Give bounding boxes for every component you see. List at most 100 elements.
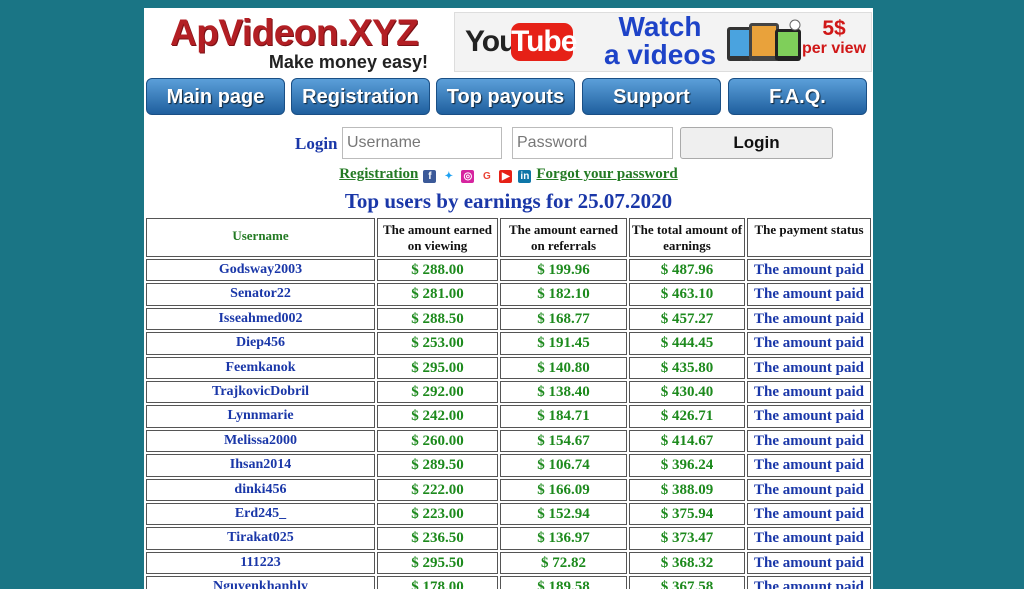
cell-referrals: $ 191.45 xyxy=(500,332,627,355)
cell-status: The amount paid xyxy=(747,576,871,589)
devices-icon xyxy=(727,19,801,61)
cell-username: Senator22 xyxy=(146,283,375,306)
table-row: Ihsan2014 $ 289.50 $ 106.74 $ 396.24 The amo… xyxy=(146,453,871,477)
cell-referrals: $ 72.82 xyxy=(500,551,627,575)
cell-status: The amount paid xyxy=(747,380,871,404)
cell-total: $ 388.09 xyxy=(629,478,745,501)
cell-username: Feemkanok xyxy=(146,356,375,379)
header-status: The payment status xyxy=(747,218,871,257)
cell-username: Erd245_ xyxy=(146,502,375,526)
table-row: TrajkovicDobril $ 292.00 $ 138.40 $ 430.40 T… xyxy=(146,380,871,404)
cell-viewing: $ 223.00 xyxy=(377,502,498,526)
site-logo[interactable]: ApVideon.XYZ Make money easy! xyxy=(170,14,430,76)
nav-main-page[interactable]: Main page xyxy=(146,78,285,115)
cell-username: dinki456 xyxy=(146,478,375,501)
ad-banner[interactable]: You Tube Watch a videos 5$ per view xyxy=(454,12,872,72)
cell-viewing: $ 288.00 xyxy=(377,259,498,282)
table-row: Feemkanok $ 295.00 $ 140.80 $ 435.80 The amo… xyxy=(146,356,871,380)
cell-username: Diep456 xyxy=(146,332,375,355)
banner-you-text: You xyxy=(465,25,517,58)
forgot-password-link[interactable]: Forgot your password xyxy=(536,166,677,182)
linkedin-icon[interactable]: in xyxy=(518,170,532,183)
table-row: Tirakat025 $ 236.50 $ 136.97 $ 373.47 The am… xyxy=(146,526,871,550)
logo-tagline: Make money easy! xyxy=(268,52,428,72)
cell-total: $ 426.71 xyxy=(629,405,745,428)
page-container: ApVideon.XYZ Make money easy! You Tube W… xyxy=(144,8,873,589)
username-input[interactable]: Username xyxy=(342,127,502,159)
cell-username: Melissa2000 xyxy=(146,429,375,453)
nav-top-payouts[interactable]: Top payouts xyxy=(436,78,575,115)
logo-title: ApVideon.XYZ xyxy=(170,12,419,53)
google-icon[interactable]: G xyxy=(480,170,494,183)
login-form: Login Username Password Login xyxy=(144,126,873,160)
cell-viewing: $ 260.00 xyxy=(377,429,498,453)
table-body: Godsway2003 $ 288.00 $ 199.96 $ 487.96 The a… xyxy=(146,258,871,589)
table-row: Lynnmarie $ 242.00 $ 184.71 $ 426.71 The amo… xyxy=(146,404,871,428)
cell-total: $ 430.40 xyxy=(629,380,745,404)
login-button[interactable]: Login xyxy=(680,127,833,159)
youtube-icon[interactable]: ▶ xyxy=(499,170,513,183)
password-input[interactable]: Password xyxy=(512,127,673,159)
facebook-icon[interactable]: f xyxy=(423,170,437,183)
twitter-icon[interactable]: ✦ xyxy=(442,170,456,183)
links-row: Registration f ✦ ◎ G ▶ in Forgot your pa… xyxy=(144,165,873,187)
banner-price: 5$ per view xyxy=(799,17,869,59)
cell-referrals: $ 136.97 xyxy=(500,527,627,550)
cell-viewing: $ 178.00 xyxy=(377,576,498,589)
cell-referrals: $ 184.71 xyxy=(500,405,627,428)
instagram-icon[interactable]: ◎ xyxy=(461,170,475,183)
header-viewing: The amount earned on viewing xyxy=(377,218,498,257)
cell-referrals: $ 138.40 xyxy=(500,380,627,404)
main-nav: Main page Registration Top payouts Suppo… xyxy=(146,78,871,116)
cell-total: $ 463.10 xyxy=(629,283,745,306)
cell-username: Nguyenkhanhly xyxy=(146,576,375,589)
cell-status: The amount paid xyxy=(747,527,871,550)
cell-status: The amount paid xyxy=(747,429,871,453)
cell-referrals: $ 182.10 xyxy=(500,283,627,306)
table-row: 111223 $ 295.50 $ 72.82 $ 368.32 The amount … xyxy=(146,551,871,575)
top-users-table: Username The amount earned on viewing Th… xyxy=(146,217,871,589)
nav-registration[interactable]: Registration xyxy=(291,78,430,115)
cell-status: The amount paid xyxy=(747,454,871,477)
cell-total: $ 435.80 xyxy=(629,356,745,379)
cell-username: Lynnmarie xyxy=(146,405,375,428)
nav-support[interactable]: Support xyxy=(582,78,721,115)
banner-price-amount: 5$ xyxy=(822,17,846,40)
cell-status: The amount paid xyxy=(747,259,871,282)
banner-price-unit: per view xyxy=(801,40,867,57)
table-row: Senator22 $ 281.00 $ 182.10 $ 463.10 The amo… xyxy=(146,282,871,306)
cell-viewing: $ 295.50 xyxy=(377,551,498,575)
table-row: Diep456 $ 253.00 $ 191.45 $ 444.45 The amoun… xyxy=(146,331,871,355)
table-row: Nguyenkhanhly $ 178.00 $ 189.58 $ 367.58 The… xyxy=(146,575,871,589)
cell-status: The amount paid xyxy=(747,356,871,379)
cell-username: 111223 xyxy=(146,551,375,575)
cell-referrals: $ 189.58 xyxy=(500,576,627,589)
cell-status: The amount paid xyxy=(747,283,871,306)
table-row: Godsway2003 $ 288.00 $ 199.96 $ 487.96 The a… xyxy=(146,258,871,282)
cell-username: Isseahmed002 xyxy=(146,307,375,331)
cell-total: $ 487.96 xyxy=(629,259,745,282)
registration-link[interactable]: Registration xyxy=(339,166,418,182)
banner-watch-line2: a videos xyxy=(603,39,717,70)
cell-total: $ 373.47 xyxy=(629,527,745,550)
cell-total: $ 396.24 xyxy=(629,454,745,477)
cell-total: $ 367.58 xyxy=(629,576,745,589)
cell-viewing: $ 242.00 xyxy=(377,405,498,428)
cell-status: The amount paid xyxy=(747,478,871,501)
cell-viewing: $ 288.50 xyxy=(377,307,498,331)
nav-faq[interactable]: F.A.Q. xyxy=(728,78,867,115)
cell-total: $ 457.27 xyxy=(629,307,745,331)
cell-total: $ 375.94 xyxy=(629,502,745,526)
cell-viewing: $ 222.00 xyxy=(377,478,498,501)
banner-watch-line1: Watch xyxy=(618,12,702,42)
table-row: Isseahmed002 $ 288.50 $ 168.77 $ 457.27 The … xyxy=(146,307,871,331)
header-total: The total amount of earnings xyxy=(629,218,745,257)
cell-referrals: $ 154.67 xyxy=(500,429,627,453)
cell-referrals: $ 166.09 xyxy=(500,478,627,501)
cell-referrals: $ 168.77 xyxy=(500,307,627,331)
cell-viewing: $ 236.50 xyxy=(377,527,498,550)
cell-username: TrajkovicDobril xyxy=(146,380,375,404)
cell-status: The amount paid xyxy=(747,551,871,575)
cell-username: Tirakat025 xyxy=(146,527,375,550)
cell-referrals: $ 199.96 xyxy=(500,259,627,282)
